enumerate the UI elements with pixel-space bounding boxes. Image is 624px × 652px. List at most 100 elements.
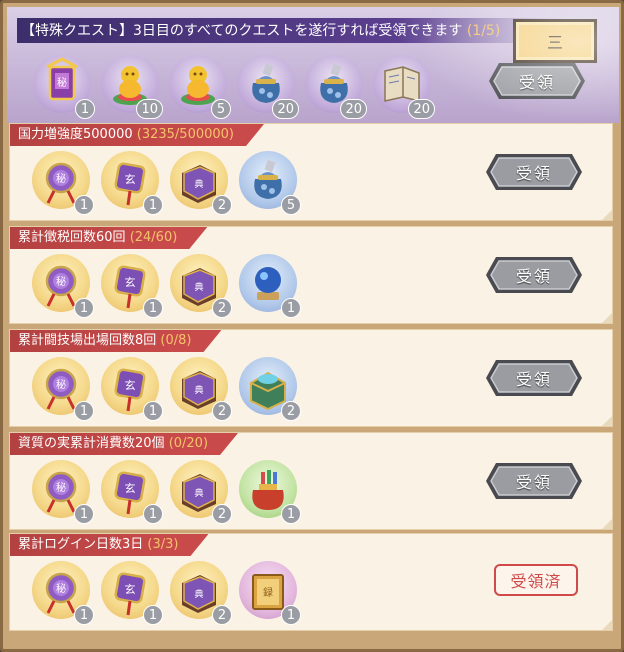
special-reward-item[interactable]: 5 bbox=[169, 55, 231, 119]
reward-item[interactable]: 典2 bbox=[170, 254, 232, 318]
quest-title: 国力増強度500000 (3235/500000) bbox=[10, 124, 264, 146]
special-quest-header: 【特殊クエスト】3日目のすべてのクエストを遂行すれば受領できます (1/5) 三… bbox=[7, 7, 619, 123]
item-count-badge: 2 bbox=[281, 401, 301, 421]
claim-button-label: 受領 bbox=[515, 164, 552, 183]
reward-item[interactable]: 1 bbox=[239, 254, 301, 318]
item-count-badge: 1 bbox=[143, 504, 163, 524]
reward-item[interactable]: 5 bbox=[239, 151, 301, 215]
reward-item[interactable]: 典2 bbox=[170, 357, 232, 421]
quest-title: 資質の実累計消費数20個 (0/20) bbox=[10, 433, 238, 455]
quest-title-text: 資質の実累計消費数20個 bbox=[18, 436, 169, 451]
reward-item[interactable]: 秘1 bbox=[32, 254, 94, 318]
reward-item[interactable]: 玄1 bbox=[101, 561, 163, 625]
item-count-badge: 1 bbox=[74, 504, 94, 524]
svg-text:典: 典 bbox=[194, 588, 203, 600]
quest-title-text: 累計徴税回数60回 bbox=[18, 230, 130, 245]
svg-text:玄: 玄 bbox=[125, 378, 136, 392]
special-quest-title: 【特殊クエスト】3日目のすべてのクエストを遂行すれば受領できます (1/5) bbox=[17, 18, 561, 43]
special-reward-item[interactable]: 20 bbox=[237, 55, 299, 119]
special-reward-item[interactable]: 秘1 bbox=[33, 55, 95, 119]
quest-title: 累計闘技場出場回数8回 (0/8) bbox=[10, 330, 221, 352]
reward-item[interactable]: 秘1 bbox=[32, 460, 94, 524]
quest-title-text: 国力増強度500000 bbox=[18, 127, 137, 142]
item-count-badge: 1 bbox=[281, 605, 301, 625]
svg-text:秘: 秘 bbox=[57, 76, 67, 89]
svg-text:玄: 玄 bbox=[125, 582, 136, 596]
menu-button-label: 三 bbox=[546, 33, 563, 52]
reward-item[interactable]: 録1 bbox=[239, 561, 301, 625]
special-quest-progress: (1/5) bbox=[466, 23, 501, 39]
item-count-badge: 20 bbox=[340, 99, 367, 119]
quest-title-text: 累計ログイン日数3日 bbox=[18, 537, 148, 552]
scroll-book-icon bbox=[384, 66, 420, 102]
claim-button[interactable]: 受領 bbox=[484, 152, 584, 192]
reward-item[interactable]: 2 bbox=[239, 357, 301, 421]
item-count-badge: 20 bbox=[408, 99, 435, 119]
claim-button-label: 受領 bbox=[515, 473, 552, 492]
item-count-badge: 1 bbox=[143, 605, 163, 625]
item-count-badge: 1 bbox=[75, 99, 95, 119]
quest-title-text: 累計闘技場出場回数8回 bbox=[18, 333, 161, 348]
svg-text:典: 典 bbox=[194, 281, 203, 293]
item-count-badge: 10 bbox=[136, 99, 163, 119]
svg-text:録: 録 bbox=[263, 586, 273, 599]
quest-row: 累計闘技場出場回数8回 (0/8) 秘 1 玄 1 典 2 2 受領 bbox=[9, 329, 613, 427]
quest-title: 累計ログイン日数3日 (3/3) bbox=[10, 534, 208, 556]
claim-button-label: 受領 bbox=[515, 267, 552, 286]
item-count-badge: 2 bbox=[212, 401, 232, 421]
reward-item[interactable]: 秘1 bbox=[32, 561, 94, 625]
reward-item[interactable]: 玄1 bbox=[101, 357, 163, 421]
svg-text:秘: 秘 bbox=[56, 378, 66, 391]
quest-title: 累計徴税回数60回 (24/60) bbox=[10, 227, 207, 249]
quest-row: 資質の実累計消費数20個 (0/20) 秘 1 玄 1 典 2 1 受領 bbox=[9, 432, 613, 530]
svg-text:玄: 玄 bbox=[125, 481, 136, 495]
svg-text:秘: 秘 bbox=[56, 481, 66, 494]
item-count-badge: 5 bbox=[211, 99, 231, 119]
quest-progress: (3/3) bbox=[147, 537, 179, 552]
quest-progress: (0/20) bbox=[168, 436, 209, 451]
claim-button[interactable]: 受領 bbox=[484, 358, 584, 398]
quest-window: 【特殊クエスト】3日目のすべてのクエストを遂行すれば受領できます (1/5) 三… bbox=[0, 0, 624, 652]
menu-button[interactable]: 三 bbox=[513, 19, 597, 63]
quest-row: 国力増強度500000 (3235/500000) 秘 1 玄 1 典 2 5 受領 bbox=[9, 123, 613, 221]
claim-button[interactable]: 受領 bbox=[484, 461, 584, 501]
svg-text:秘: 秘 bbox=[56, 582, 66, 595]
svg-text:玄: 玄 bbox=[125, 275, 136, 289]
svg-text:玄: 玄 bbox=[125, 172, 136, 186]
svg-text:秘: 秘 bbox=[56, 172, 66, 185]
svg-text:典: 典 bbox=[194, 487, 203, 499]
quest-progress: (0/8) bbox=[160, 333, 192, 348]
item-count-badge: 1 bbox=[281, 504, 301, 524]
item-count-badge: 1 bbox=[143, 401, 163, 421]
reward-item[interactable]: 典2 bbox=[170, 561, 232, 625]
special-reward-item[interactable]: 20 bbox=[305, 55, 367, 119]
reward-item[interactable]: 秘1 bbox=[32, 151, 94, 215]
svg-text:典: 典 bbox=[194, 178, 203, 190]
item-count-badge: 2 bbox=[212, 298, 232, 318]
item-count-badge: 2 bbox=[212, 195, 232, 215]
claim-button[interactable]: 受領 bbox=[484, 255, 584, 295]
special-reward-item[interactable]: 20 bbox=[373, 55, 435, 119]
item-count-badge: 1 bbox=[281, 298, 301, 318]
special-claim-button[interactable]: 受領 bbox=[487, 61, 587, 101]
svg-text:典: 典 bbox=[194, 384, 203, 396]
reward-item[interactable]: 典2 bbox=[170, 151, 232, 215]
item-count-badge: 1 bbox=[143, 195, 163, 215]
reward-item[interactable]: 1 bbox=[239, 460, 301, 524]
quest-progress: (3235/500000) bbox=[136, 127, 234, 142]
item-count-badge: 20 bbox=[272, 99, 299, 119]
item-count-badge: 1 bbox=[74, 605, 94, 625]
special-claim-label: 受領 bbox=[518, 73, 555, 92]
reward-item[interactable]: 玄1 bbox=[101, 460, 163, 524]
item-count-badge: 1 bbox=[74, 298, 94, 318]
reward-item[interactable]: 秘1 bbox=[32, 357, 94, 421]
quest-row: 累計ログイン日数3日 (3/3) 秘 1 玄 1 典 2 録 1 受領済 bbox=[9, 533, 613, 631]
svg-text:秘: 秘 bbox=[56, 275, 66, 288]
claim-button-label: 受領 bbox=[515, 370, 552, 389]
quest-row: 累計徴税回数60回 (24/60) 秘 1 玄 1 典 2 1 受領 bbox=[9, 226, 613, 324]
claimed-stamp: 受領済 bbox=[494, 564, 578, 596]
special-reward-item[interactable]: 10 bbox=[101, 55, 163, 119]
reward-item[interactable]: 玄1 bbox=[101, 254, 163, 318]
reward-item[interactable]: 玄1 bbox=[101, 151, 163, 215]
reward-item[interactable]: 典2 bbox=[170, 460, 232, 524]
